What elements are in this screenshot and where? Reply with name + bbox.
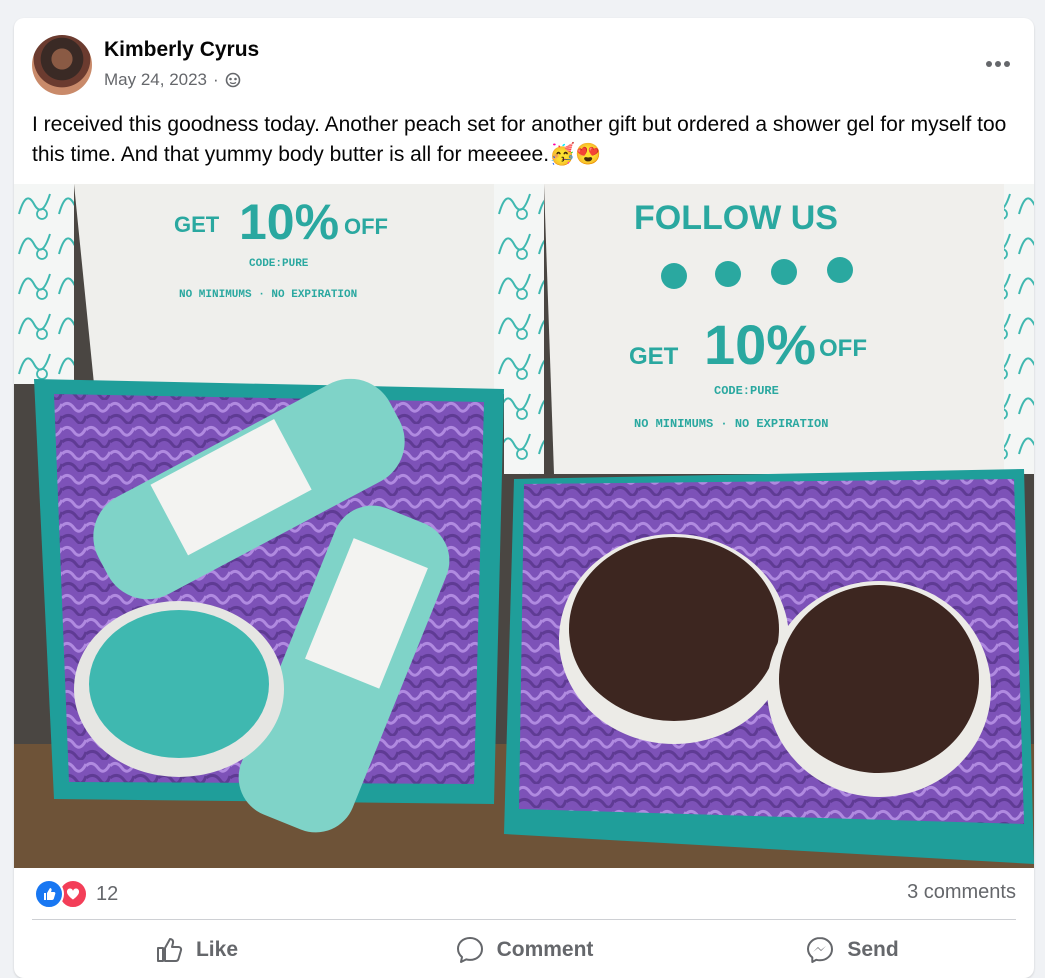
globe-icon[interactable] [225,72,241,88]
post-date[interactable]: May 24, 2023 [104,70,207,90]
post-card: Kimberly Cyrus May 24, 2023 · I received… [14,18,1034,978]
left-get-label: GET [174,212,220,237]
left-terms: NO MINIMUMS · NO EXPIRATION [179,289,357,301]
like-button[interactable]: Like [32,928,360,972]
right-discount: 10% [704,313,816,376]
like-reaction-icon [34,879,64,909]
like-label: Like [195,938,239,961]
post-actions: Like Comment Send [32,928,1016,972]
more-options-icon [986,61,1010,67]
send-label: Send [847,938,899,961]
photo-illustration: GET 10% OFF CODE:PURE NO MINIMUMS · NO E… [14,184,1034,868]
right-code: CODE:PURE [714,384,779,398]
post-meta: May 24, 2023 · [104,70,241,90]
reactions-summary[interactable]: 12 [34,876,118,912]
left-off-label: OFF [344,214,388,239]
post-header: Kimberly Cyrus May 24, 2023 · [14,18,1034,108]
post-photo[interactable]: GET 10% OFF CODE:PURE NO MINIMUMS · NO E… [14,184,1034,868]
messenger-icon [807,937,834,963]
comment-label: Comment [496,938,594,961]
left-discount: 10% [239,194,339,250]
send-button[interactable]: Send [688,928,1016,972]
right-off-label: OFF [819,335,867,362]
reaction-icons [34,879,88,909]
reaction-count[interactable]: 12 [96,883,118,906]
more-options-button[interactable] [980,46,1016,82]
meta-separator: · [213,70,219,89]
right-get-label: GET [629,343,679,370]
author-name[interactable]: Kimberly Cyrus [104,38,259,62]
footer-divider [32,919,1016,920]
thumbs-up-icon [156,938,183,962]
left-code: CODE:PURE [249,258,309,270]
speech-bubble-icon [456,937,483,963]
post-caption: I received this goodness today. Another … [32,113,1007,166]
comment-button[interactable]: Comment [360,928,688,972]
right-terms: NO MINIMUMS · NO EXPIRATION [634,417,828,431]
right-follow-label: FOLLOW US [634,199,838,237]
comments-count[interactable]: 3 comments [907,881,1016,904]
author-avatar[interactable] [32,35,92,95]
left-box-lid-pattern-left [14,184,74,384]
